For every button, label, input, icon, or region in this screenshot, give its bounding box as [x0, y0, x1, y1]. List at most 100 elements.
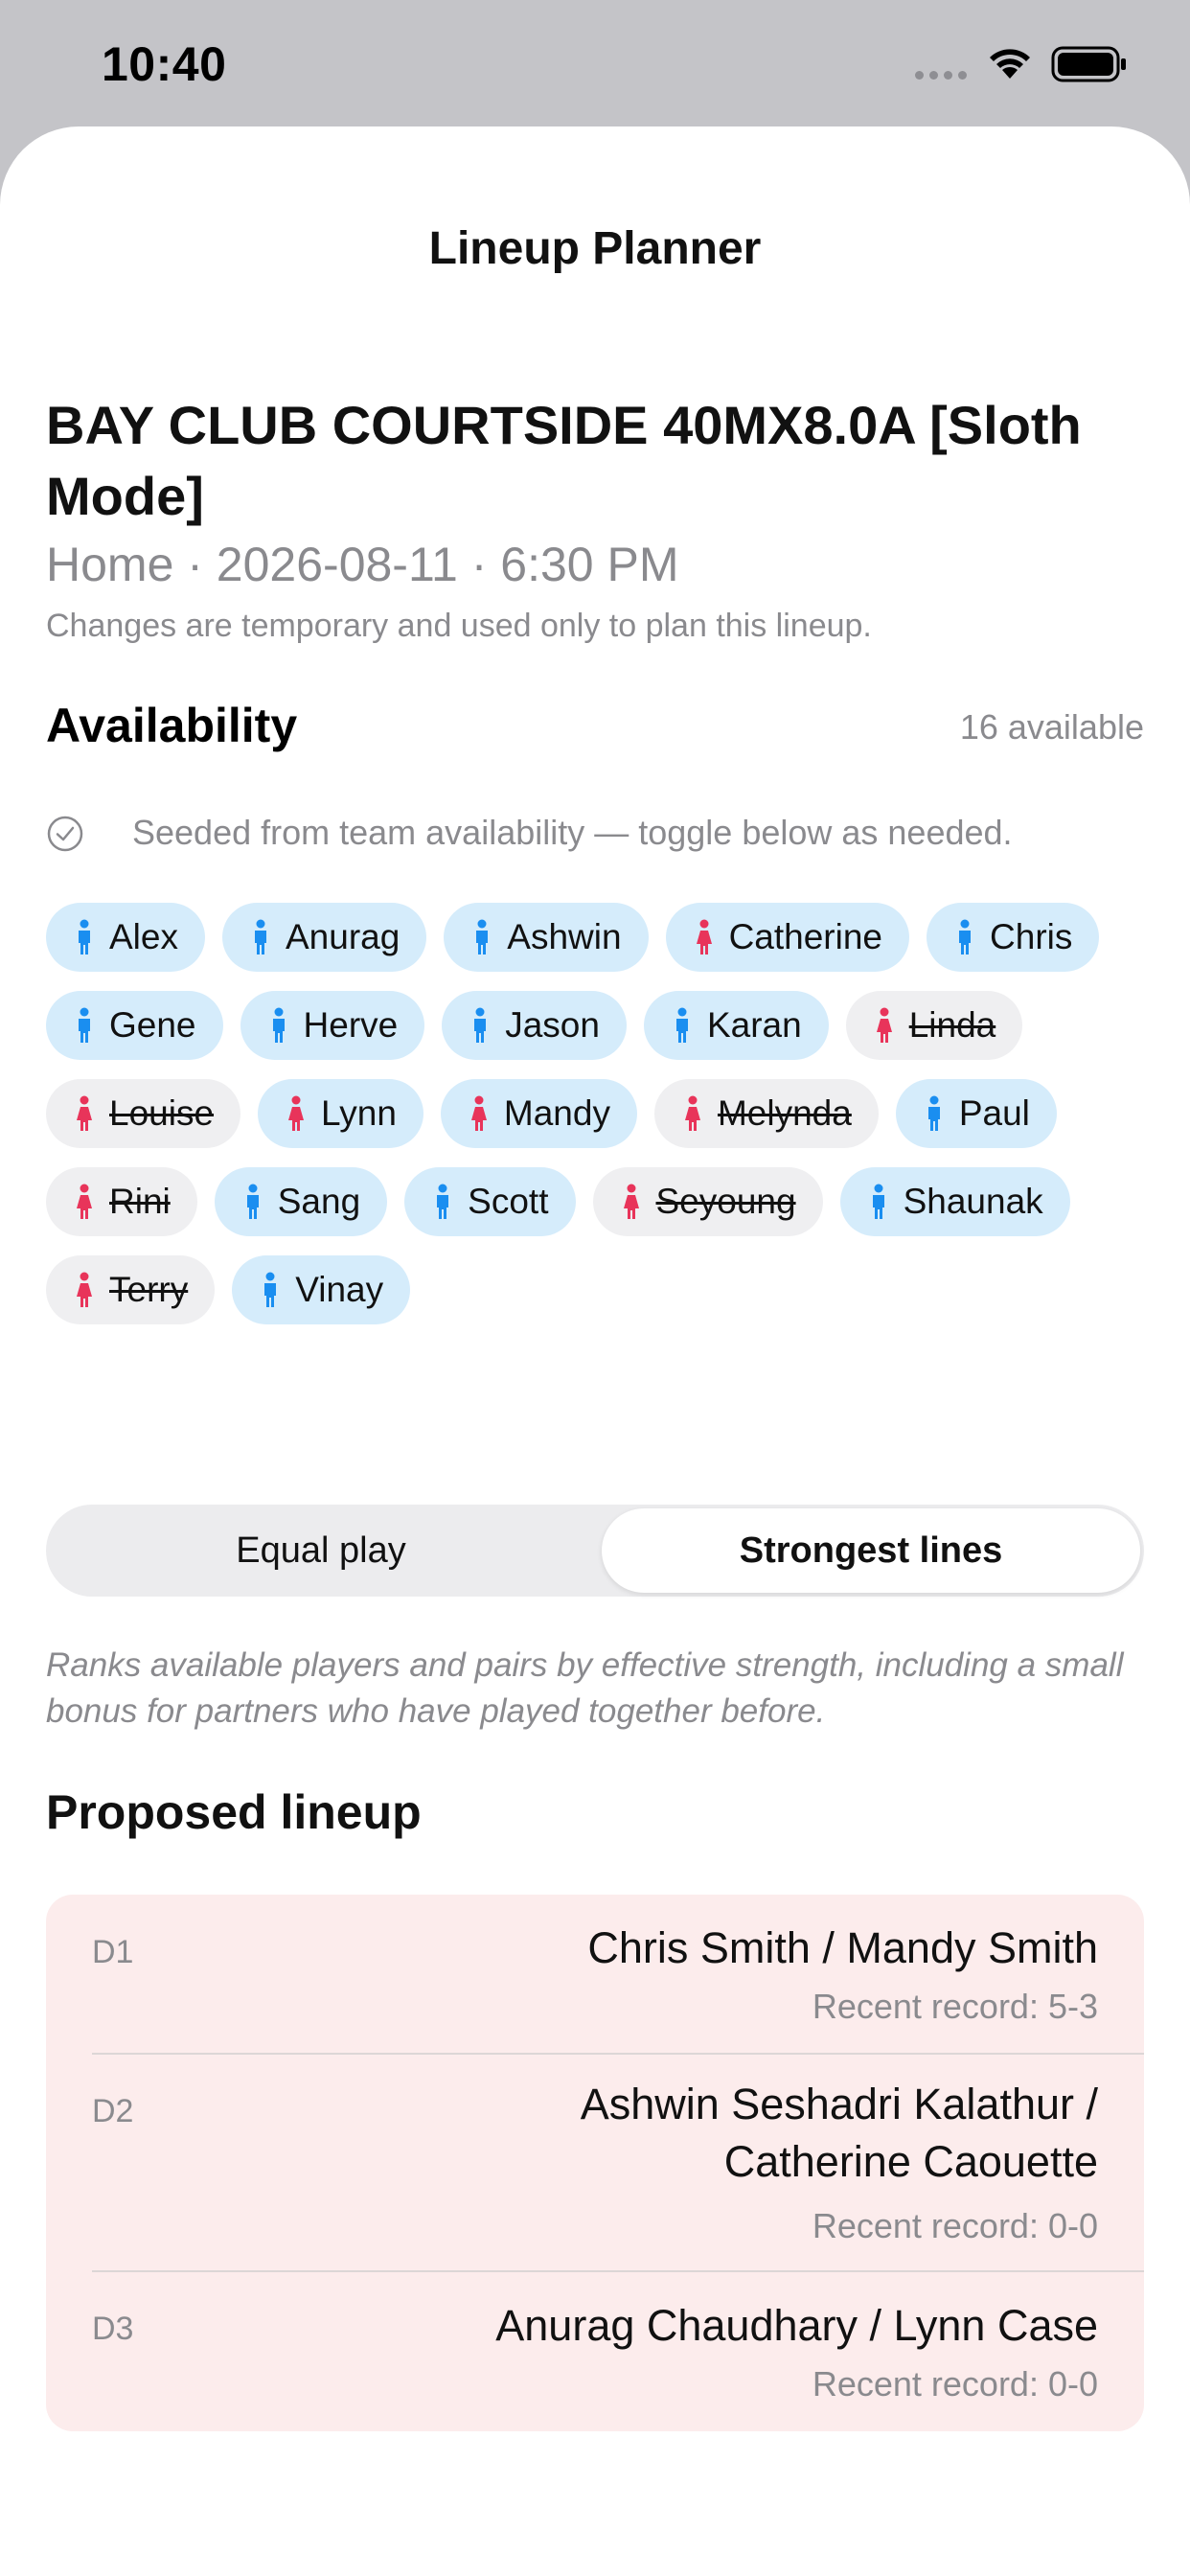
male-person-icon	[272, 1007, 285, 1043]
segment-equal-play[interactable]: Equal play	[50, 1508, 592, 1593]
proposed-lineup-title: Proposed lineup	[46, 1785, 422, 1839]
female-person-icon	[876, 1007, 892, 1043]
player-chip-melynda[interactable]: Melynda	[653, 1079, 879, 1148]
player-chip-jason[interactable]: Jason	[442, 991, 627, 1060]
male-person-icon	[675, 1007, 688, 1043]
player-chip-label: Scott	[468, 1182, 549, 1221]
player-chip-label: Alex	[109, 917, 178, 956]
player-chip-ashwin[interactable]: Ashwin	[444, 903, 649, 972]
player-chip-label: Jason	[505, 1005, 600, 1045]
player-chip-label: Louise	[109, 1093, 215, 1133]
player-chip-gene[interactable]: Gene	[46, 991, 223, 1060]
male-person-icon	[476, 919, 489, 954]
player-chip-label: Karan	[706, 1005, 802, 1045]
player-chip-label: Chris	[990, 917, 1073, 956]
player-chip-mandy[interactable]: Mandy	[440, 1079, 637, 1148]
status-bar: 10:40	[0, 0, 1190, 126]
player-chip-sang[interactable]: Sang	[214, 1167, 388, 1236]
male-person-icon	[959, 919, 972, 954]
player-chip-shaunak[interactable]: Shaunak	[839, 1167, 1070, 1236]
recent-record: Recent record: 5-3	[812, 1987, 1098, 2026]
female-person-icon	[77, 1272, 92, 1307]
female-person-icon	[288, 1095, 305, 1131]
player-chip-label: Seyoung	[655, 1182, 796, 1221]
male-person-icon	[79, 1007, 90, 1043]
female-person-icon	[696, 919, 712, 954]
status-time: 10:40	[102, 37, 227, 91]
male-person-icon	[474, 1007, 487, 1043]
available-count: 16 available	[959, 707, 1144, 747]
temporary-changes-note: Changes are temporary and used only to p…	[46, 608, 872, 644]
player-chip-label: Linda	[908, 1005, 996, 1045]
wifi-icon	[990, 49, 1030, 79]
seed-info-text: Seeded from team availability — toggle b…	[132, 813, 1013, 852]
segment-strongest-lines[interactable]: Strongest lines	[602, 1508, 1140, 1593]
player-chip-label: Lynn	[321, 1093, 397, 1133]
player-chip-linda[interactable]: Linda	[845, 991, 1023, 1060]
player-chip-label: Melynda	[717, 1093, 852, 1133]
lineup-row: D3 Anurag Chaudhary / Lynn Case Recent r…	[92, 2272, 1144, 2431]
female-person-icon	[77, 1095, 92, 1131]
female-person-icon	[623, 1184, 639, 1219]
player-chip-label: Gene	[109, 1005, 196, 1045]
player-chip-anurag[interactable]: Anurag	[221, 903, 427, 972]
player-chip-label: Ashwin	[507, 917, 622, 956]
player-chip-karan[interactable]: Karan	[643, 991, 829, 1060]
checkmark-circle-icon	[47, 816, 83, 852]
male-person-icon	[264, 1272, 277, 1307]
court-label: D3	[92, 2311, 134, 2347]
player-chip-rini[interactable]: Rini	[46, 1167, 197, 1236]
player-chip-label: Herve	[303, 1005, 399, 1045]
mode-explanation: Ranks available players and pairs by eff…	[46, 1646, 1124, 1730]
male-person-icon	[254, 919, 266, 954]
seed-info-row: Seeded from team availability — toggle b…	[46, 809, 1144, 857]
match-subtitle: Home · 2026-08-11 · 6:30 PM	[46, 538, 679, 591]
male-person-icon	[437, 1184, 449, 1219]
female-person-icon	[470, 1095, 487, 1131]
player-chip-label: Vinay	[295, 1270, 384, 1309]
player-chip-louise[interactable]: Louise	[46, 1079, 241, 1148]
player-chip-paul[interactable]: Paul	[895, 1079, 1057, 1148]
player-chip-label: Paul	[958, 1093, 1030, 1133]
pair-names: Ashwin Seshadri Kalathur / Catherine Cao…	[580, 2080, 1098, 2186]
cellular-signal-icon	[915, 71, 967, 80]
player-chip-vinay[interactable]: Vinay	[232, 1255, 411, 1324]
pair-names: Chris Smith / Mandy Smith	[587, 1923, 1098, 1972]
mode-segmented-control: Equal play Strongest lines	[46, 1505, 1144, 1597]
player-chip-label: Anurag	[285, 917, 400, 956]
player-chip-label: Sang	[277, 1182, 361, 1221]
availability-title: Availability	[46, 699, 298, 752]
female-person-icon	[684, 1095, 700, 1131]
battery-icon	[1051, 46, 1126, 82]
player-chip-label: Terry	[109, 1270, 189, 1309]
player-chip-lynn[interactable]: Lynn	[258, 1079, 423, 1148]
court-label: D1	[92, 1934, 134, 1970]
page-title: Lineup Planner	[428, 223, 762, 274]
player-chip-alex[interactable]: Alex	[46, 903, 205, 972]
court-label: D2	[92, 2093, 134, 2129]
match-title: BAY CLUB COURTSIDE 40MX8.0A [Sloth Mode]	[46, 395, 1082, 526]
lineup-row: D1 Chris Smith / Mandy Smith Recent reco…	[92, 1895, 1144, 2054]
proposed-lineup-card: D1 Chris Smith / Mandy Smith Recent reco…	[46, 1895, 1144, 2431]
lineup-row: D2 Ashwin Seshadri Kalathur / Catherine …	[92, 2055, 1144, 2271]
recent-record: Recent record: 0-0	[812, 2364, 1098, 2404]
player-chip-scott[interactable]: Scott	[404, 1167, 576, 1236]
player-chips: Alex Anurag Ashwin Catherine Chris Gene Herve J…	[46, 903, 1148, 1324]
player-chip-label: Rini	[109, 1182, 171, 1221]
male-person-icon	[79, 919, 90, 954]
player-chip-label: Mandy	[503, 1093, 610, 1133]
female-person-icon	[77, 1184, 92, 1219]
player-chip-seyoung[interactable]: Seyoung	[592, 1167, 823, 1236]
availability-header: Availability 16 available	[46, 698, 1144, 765]
recent-record: Recent record: 0-0	[812, 2206, 1098, 2245]
male-person-icon	[927, 1095, 940, 1131]
player-chip-label: Shaunak	[903, 1182, 1043, 1221]
pair-names: Anurag Chaudhary / Lynn Case	[495, 2301, 1098, 2350]
player-chip-terry[interactable]: Terry	[46, 1255, 216, 1324]
player-chip-catherine[interactable]: Catherine	[665, 903, 910, 972]
player-chip-label: Catherine	[728, 917, 883, 956]
player-chip-herve[interactable]: Herve	[240, 991, 425, 1060]
player-chip-chris[interactable]: Chris	[927, 903, 1100, 972]
male-person-icon	[246, 1184, 259, 1219]
male-person-icon	[872, 1184, 884, 1219]
